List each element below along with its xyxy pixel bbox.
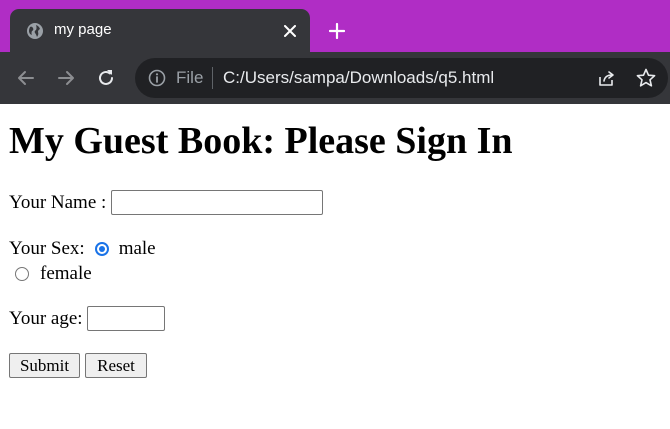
female-row: female bbox=[9, 263, 92, 285]
name-row: Your Name : bbox=[9, 190, 324, 215]
name-input[interactable] bbox=[111, 190, 324, 215]
age-row: Your age: bbox=[9, 306, 165, 331]
female-label: female bbox=[40, 263, 92, 284]
url-scheme-label: File bbox=[176, 68, 204, 87]
sex-label: Your Sex: bbox=[9, 238, 85, 259]
tab-strip: my page bbox=[0, 0, 670, 52]
url-separator bbox=[212, 67, 213, 89]
age-label: Your age: bbox=[9, 307, 83, 329]
male-radio[interactable] bbox=[94, 242, 109, 256]
name-label: Your Name : bbox=[9, 191, 107, 213]
female-radio[interactable] bbox=[15, 267, 29, 281]
bookmark-star-icon[interactable] bbox=[635, 67, 657, 89]
age-input[interactable] bbox=[86, 306, 165, 331]
toolbar: File C:/Users/sampa/Downloads/q5.html bbox=[0, 52, 670, 104]
page-content: My Guest Book: Please Sign In Your Name … bbox=[0, 104, 670, 429]
url-text[interactable]: C:/Users/sampa/Downloads/q5.html bbox=[223, 68, 494, 88]
button-row: Submit Reset bbox=[9, 353, 147, 378]
address-bar[interactable]: File C:/Users/sampa/Downloads/q5.html bbox=[135, 58, 668, 98]
globe-icon bbox=[26, 22, 44, 40]
browser-window: my page File C:/Users/sampa/Downloads/q5… bbox=[0, 0, 670, 429]
reload-icon[interactable] bbox=[94, 66, 118, 90]
reset-button[interactable]: Reset bbox=[85, 353, 147, 378]
submit-button[interactable]: Submit bbox=[9, 353, 80, 378]
new-tab-icon[interactable] bbox=[324, 18, 350, 44]
close-tab-icon[interactable] bbox=[280, 21, 300, 41]
info-icon[interactable] bbox=[148, 69, 166, 87]
male-label: male bbox=[118, 238, 156, 259]
sex-row: Your Sex: male bbox=[9, 238, 156, 260]
tab-my-page[interactable]: my page bbox=[10, 9, 310, 52]
page-heading: My Guest Book: Please Sign In bbox=[9, 120, 513, 162]
forward-arrow-icon[interactable] bbox=[54, 66, 78, 90]
tab-title: my page bbox=[54, 21, 112, 38]
back-arrow-icon[interactable] bbox=[14, 66, 38, 90]
share-icon[interactable] bbox=[597, 68, 617, 88]
